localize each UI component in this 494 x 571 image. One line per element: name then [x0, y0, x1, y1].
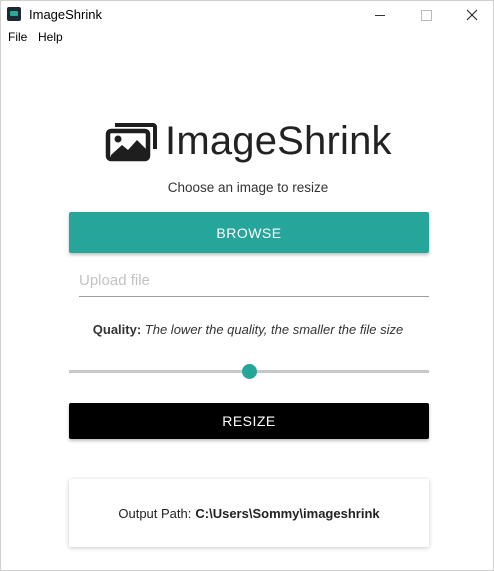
maximize-button[interactable]	[403, 1, 449, 29]
maximize-icon	[420, 9, 432, 21]
quality-slider-thumb[interactable]	[241, 364, 257, 379]
output-path-card: Output Path: C:\Users\Sommy\imageshrink	[69, 479, 429, 547]
quality-label: Quality: The lower the quality, the smal…	[1, 322, 493, 337]
browse-button[interactable]: BROWSE	[69, 212, 429, 253]
subtitle: Choose an image to resize	[167, 180, 329, 195]
window-title: ImageShrink	[29, 7, 102, 22]
upload-file-input[interactable]	[79, 264, 429, 297]
images-icon	[105, 123, 157, 162]
output-path-label: Output Path:	[118, 505, 192, 521]
quality-title: Quality:	[92, 322, 142, 337]
minimize-icon	[375, 14, 385, 16]
app-title: ImageShrink	[165, 119, 392, 163]
close-button[interactable]	[449, 1, 493, 29]
app-icon	[7, 7, 21, 21]
output-path-value: C:\Users\Sommy\imageshrink	[195, 505, 380, 521]
title-bar: ImageShrink	[1, 1, 493, 29]
minimize-button[interactable]	[357, 1, 403, 29]
close-icon	[466, 9, 478, 21]
menu-help[interactable]: Help	[38, 30, 63, 44]
app-window: ImageShrink File Help ImageShrink Choose…	[0, 0, 494, 571]
menu-bar: File Help	[1, 29, 493, 45]
resize-button[interactable]: RESIZE	[69, 403, 429, 439]
quality-hint: The lower the quality, the smaller the f…	[144, 322, 404, 337]
menu-file[interactable]: File	[8, 30, 27, 44]
